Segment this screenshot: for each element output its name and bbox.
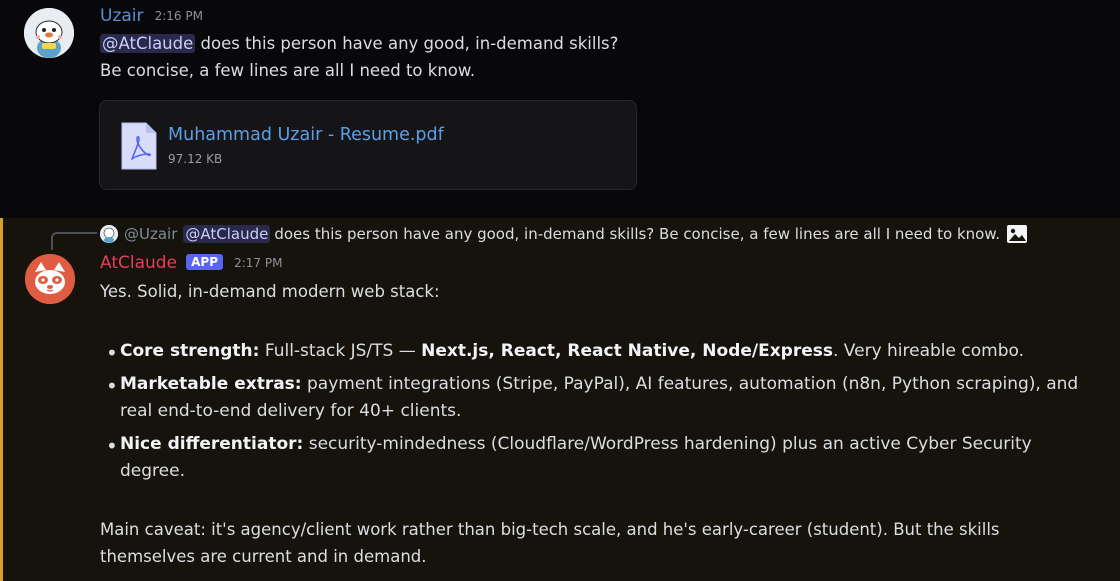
reply-intro: Yes. Solid, in-demand modern web stack: (100, 282, 440, 301)
reply-username[interactable]: @Uzair (124, 225, 177, 243)
message-line: Be concise, a few lines are all I need t… (100, 61, 476, 80)
app-badge: APP (186, 254, 224, 270)
list-item: Marketable extras: payment integrations … (120, 371, 1078, 398)
bullet-text: . Very hireable combo. (833, 341, 1025, 361)
reply-avatar (100, 225, 118, 243)
message-uzair: Uzair 2:16 PM @AtClaude does this person… (0, 0, 1120, 205)
bullet-bold: Next.js, React, React Native, Node/Expre… (421, 341, 833, 361)
bullet-label: Core strength: (120, 341, 260, 361)
username[interactable]: Uzair (100, 6, 144, 26)
bullet-dot: • (106, 341, 118, 365)
list-item: Nice differentiator: security-mindedness… (120, 431, 1032, 458)
bullet-text: payment integrations (Stripe, PayPal), A… (301, 374, 1079, 394)
list-item: Core strength: Full-stack JS/TS — Next.j… (120, 338, 1024, 365)
message-header: Uzair 2:16 PM (100, 6, 203, 26)
reply-text: does this person have any good, in-deman… (274, 225, 1001, 243)
bot-avatar-atclaude[interactable] (25, 254, 75, 304)
reply-mention[interactable]: @AtClaude (183, 225, 271, 243)
attachment-filename-link[interactable]: Muhammad Uzair - Resume.pdf (168, 125, 444, 145)
bullet-text: Full-stack JS/TS — (259, 341, 422, 361)
caveat-line: themselves are current and in demand. (100, 547, 427, 566)
attachment-size: 97.12 KB (168, 152, 223, 166)
message-header: AtClaude APP 2:17 PM (100, 253, 282, 273)
image-icon (1007, 225, 1028, 243)
reply-connector (51, 232, 97, 250)
bullet-dot: • (106, 374, 118, 398)
timestamp[interactable]: 2:17 PM (234, 256, 282, 270)
timestamp[interactable]: 2:16 PM (155, 9, 203, 23)
bullet-text: security-mindedness (Cloudflare/WordPres… (303, 434, 1032, 454)
bot-username[interactable]: AtClaude (100, 253, 177, 273)
message-line: @AtClaude does this person have any good… (100, 34, 618, 53)
bullet-text-continued: real end-to-end delivery for 40+ clients… (120, 401, 462, 421)
reply-preview[interactable]: @Uzair @AtClaude does this person have a… (100, 223, 1028, 245)
message-atclaude: @Uzair @AtClaude does this person have a… (0, 218, 1120, 581)
file-attachment[interactable]: Muhammad Uzair - Resume.pdf 97.12 KB (99, 100, 637, 190)
bullet-label: Marketable extras: (120, 374, 302, 394)
caveat-line: Main caveat: it's agency/client work rat… (100, 520, 1000, 539)
bullet-label: Nice differentiator: (120, 434, 304, 454)
mention-atclaude[interactable]: @AtClaude (100, 34, 196, 53)
user-avatar-uzair[interactable] (24, 8, 74, 58)
bullet-dot: • (106, 434, 118, 458)
bullet-text-continued: degree. (120, 461, 185, 481)
message-text: does this person have any good, in-deman… (195, 34, 619, 53)
pdf-file-icon (120, 121, 158, 171)
